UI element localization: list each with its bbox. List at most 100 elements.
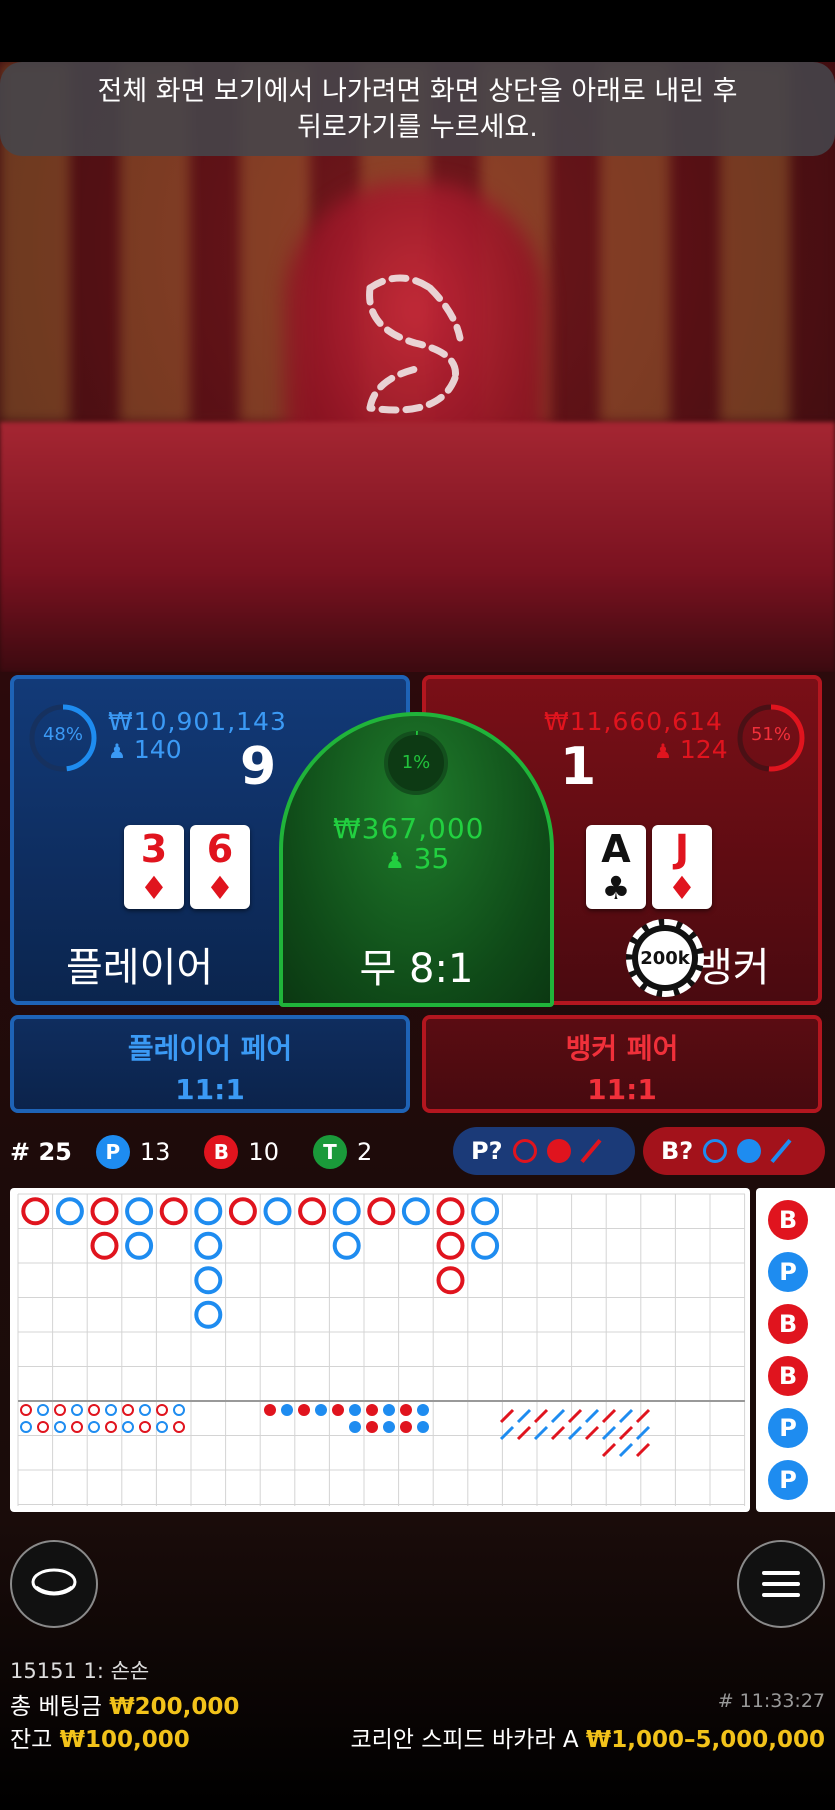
banker-label: 뱅커: [696, 945, 770, 991]
banker-predict-button[interactable]: B?: [643, 1127, 825, 1175]
big-road-mark: [21, 1197, 50, 1226]
bet-chip[interactable]: 200k: [626, 919, 704, 997]
derived-road-mark: [20, 1421, 32, 1433]
bead-road-item: B: [768, 1356, 808, 1396]
player-pair-odds: 11:1: [175, 1073, 245, 1106]
big-road-mark: [194, 1300, 223, 1329]
derived-road-mark: [264, 1404, 276, 1416]
derived-road-mark: [139, 1404, 151, 1416]
derived-road-mark: [349, 1404, 361, 1416]
card-rank: 6: [206, 827, 234, 871]
derived-road-mark: [550, 1408, 566, 1424]
derived-road-mark: [139, 1421, 151, 1433]
player-badge: P: [95, 1135, 130, 1169]
banker-pair-title: 뱅커 페어: [565, 1032, 679, 1065]
player-bettors-count: 140: [133, 735, 182, 764]
big-road-mark: [263, 1197, 292, 1226]
derived-road-mark: [635, 1408, 651, 1424]
bead-road-column: BPBBPP: [756, 1188, 835, 1512]
derived-road-mark: [417, 1421, 429, 1433]
big-road-mark: [471, 1197, 500, 1226]
filled-circle-icon: [737, 1139, 762, 1163]
total-bet: 총 베팅금 ₩200,000: [10, 1687, 239, 1721]
derived-road-mark: [71, 1404, 83, 1416]
tie-wins-count: 2: [356, 1138, 373, 1166]
banker-card-2: J ♦: [652, 825, 712, 909]
toast-line-1: 전체 화면 보기에서 나가려면 화면 상단을 아래로 내린 후: [97, 76, 738, 107]
derived-road-mark: [122, 1404, 134, 1416]
big-road-mark: [367, 1197, 396, 1226]
round-stats: # 25 P 13 B 10 T 2: [10, 1132, 372, 1172]
player-pair-bet[interactable]: 플레이어 페어 11:1: [10, 1015, 410, 1113]
balance-value: ₩100,000: [59, 1727, 190, 1753]
loading-spinner-icon: [366, 274, 464, 414]
card-suit: ♣: [601, 869, 631, 907]
big-road-mark: [125, 1231, 154, 1260]
derived-road-mark: [88, 1404, 100, 1416]
slash-icon: [579, 1138, 602, 1164]
derived-road-mark: [37, 1421, 49, 1433]
player-card-2: 6 ♦: [190, 825, 250, 909]
banker-pair-bet[interactable]: 뱅커 페어 11:1: [422, 1015, 822, 1113]
round-number: # 25: [10, 1138, 72, 1166]
big-road-mark: [194, 1266, 223, 1295]
round-time: # 11:33:27: [717, 1690, 825, 1712]
tie-badge: T: [312, 1135, 347, 1169]
balance-label: 잔고: [10, 1727, 53, 1753]
derived-road-mark: [550, 1425, 566, 1441]
big-road-mark: [401, 1197, 430, 1226]
derived-road-mark: [618, 1408, 634, 1424]
balance: 잔고 ₩100,000: [10, 1720, 190, 1754]
bead-road-item: B: [768, 1304, 808, 1344]
banker-badge: B: [204, 1135, 239, 1169]
table-name: 코리안 스피드 바카라 A: [350, 1727, 579, 1753]
derived-road-mark: [122, 1421, 134, 1433]
big-road-mark: [436, 1231, 465, 1260]
derived-road-mark: [156, 1404, 168, 1416]
bead-road-item: P: [768, 1252, 808, 1292]
derived-road-mark: [366, 1421, 378, 1433]
big-road-mark: [159, 1197, 188, 1226]
menu-button[interactable]: [737, 1540, 825, 1628]
derived-road-mark: [105, 1421, 117, 1433]
tie-label: 무 8:1: [359, 946, 474, 992]
banker-bettors: ♟ 124: [654, 735, 728, 764]
total-bet-label: 총 베팅금: [10, 1694, 102, 1720]
person-icon: ♟: [385, 849, 405, 874]
player-pair-title: 플레이어 페어: [127, 1032, 293, 1065]
player-score: 9: [240, 737, 277, 797]
derived-road-mark: [601, 1442, 617, 1458]
banker-card-1: A ♣: [586, 825, 646, 909]
derived-road-mark: [37, 1404, 49, 1416]
derived-road-mark: [417, 1404, 429, 1416]
big-road-mark: [55, 1197, 84, 1226]
card-suit: ♦: [667, 869, 697, 907]
banker-total-amount: ₩11,660,614: [544, 707, 723, 736]
derived-road-mark: [618, 1442, 634, 1458]
big-road-mark: [436, 1197, 465, 1226]
table-limits: ₩1,000–5,000,000: [585, 1727, 825, 1753]
hollow-circle-icon: [512, 1139, 537, 1163]
big-road-mark: [332, 1231, 361, 1260]
video-table: [0, 422, 835, 672]
derived-road-mark: [366, 1404, 378, 1416]
tie-bet-spot[interactable]: 1% ₩367,000 ♟ 35 무 8:1: [279, 712, 554, 1007]
chat-button[interactable]: [10, 1540, 98, 1628]
derived-road-mark: [567, 1425, 583, 1441]
big-road-mark: [194, 1231, 223, 1260]
derived-road-mark: [71, 1421, 83, 1433]
derived-road-mark: [105, 1404, 117, 1416]
derived-road-mark: [618, 1425, 634, 1441]
bead-road-item: B: [768, 1200, 808, 1240]
banker-percent: 51%: [750, 724, 791, 745]
derived-road-mark: [400, 1421, 412, 1433]
hollow-circle-icon: [703, 1139, 728, 1163]
big-road-mark: [228, 1197, 257, 1226]
card-rank: 3: [140, 827, 168, 871]
derived-road-mark: [400, 1404, 412, 1416]
player-percent: 48%: [42, 724, 83, 745]
banker-bettors-count: 124: [679, 735, 728, 764]
derived-road-mark: [156, 1421, 168, 1433]
player-predict-label: P?: [471, 1137, 503, 1165]
player-predict-button[interactable]: P?: [453, 1127, 635, 1175]
